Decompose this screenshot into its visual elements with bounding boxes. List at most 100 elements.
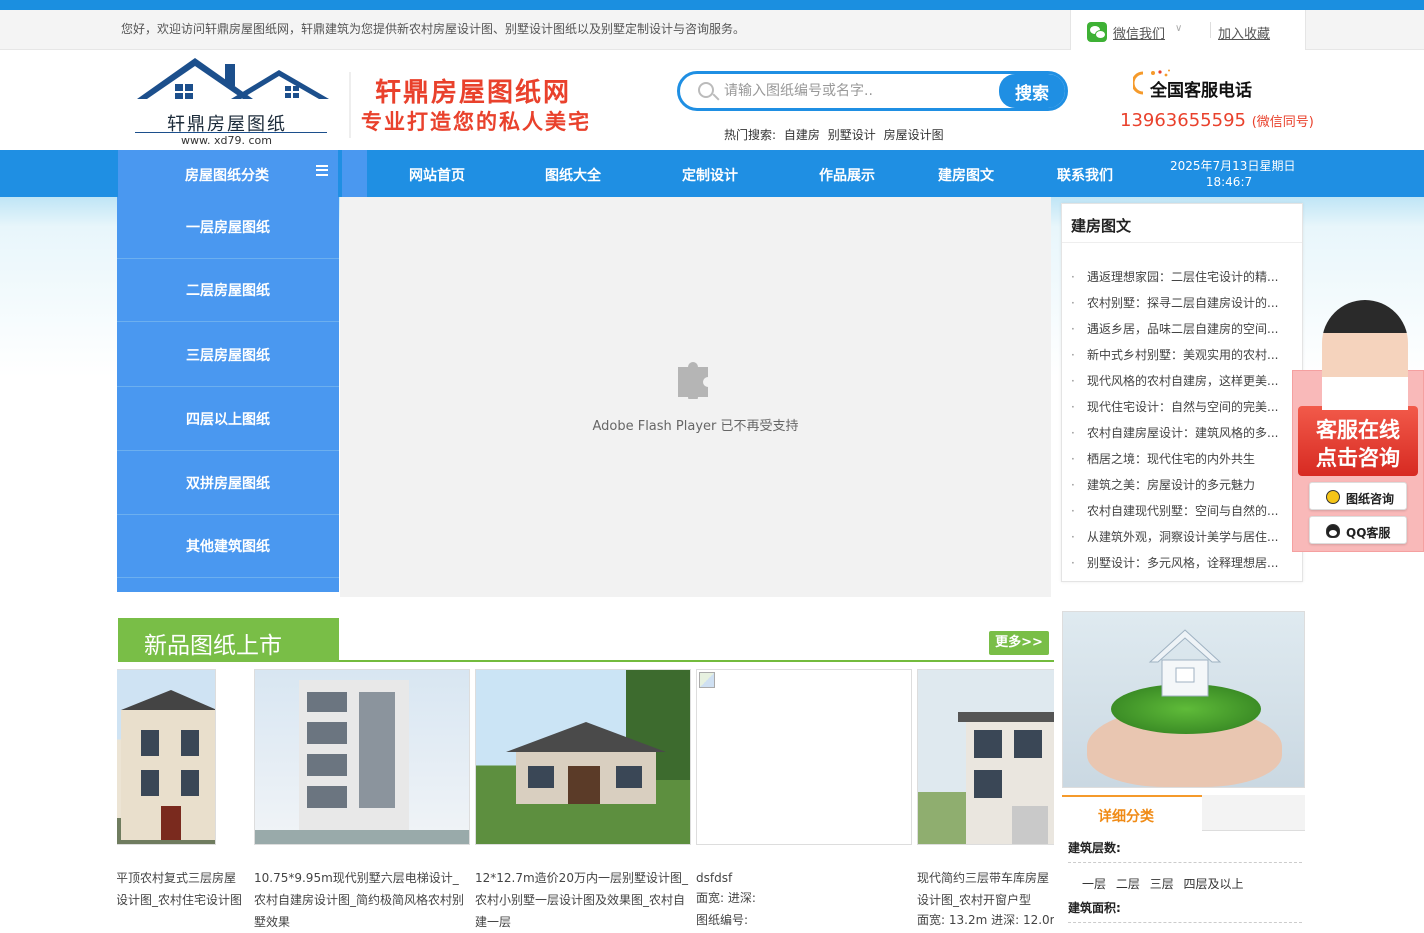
product-card[interactable]: 10.75*9.95m现代别墅六层电梯设计_农村自建房设计图_简约极简风格农村别… [254,669,470,933]
slogan-title: 轩鼎房屋图纸网 [375,78,572,108]
online-consult-banner[interactable]: 客服在线 点击咨询 [1298,406,1418,476]
product-card[interactable]: 平顶农村复式三层房屋设计图_农村住宅设计图_三层欧式 [117,669,242,933]
floor-option[interactable]: 一层 [1082,877,1106,891]
hotline-label: 全国客服电话 [1150,81,1252,101]
product-card[interactable]: 12*12.7m造价20万内一层别墅设计图_农村小别墅一层设计图及效果图_农村自… [475,669,691,933]
nav-articles[interactable]: 建房图文 [938,165,994,185]
search-button[interactable]: 搜索 [999,74,1065,108]
sidebar-item-one-floor[interactable]: 一层房屋图纸 [117,197,339,259]
category-header-label: 房屋图纸分类 [185,168,269,184]
welcome-text: 您好，欢迎访问轩鼎房屋图纸网，轩鼎建筑为您提供新农村房屋设计图、别墅设计图纸以及… [121,22,746,36]
top-stripe [0,0,1424,10]
top-links: 微信我们 ∨ 加入收藏 [1070,10,1306,50]
nav-custom-design[interactable]: 定制设计 [682,165,738,185]
news-item[interactable]: 农村自建房屋设计：建筑风格的多... [1071,424,1291,444]
divider [1062,242,1302,243]
qq-penguin-icon [1326,524,1340,538]
sidebar-item-label: 四层以上图纸 [186,412,270,428]
product-image[interactable] [917,669,1054,845]
nav-date: 2025年7月13日星期日 [1170,159,1296,173]
nav-contact[interactable]: 联系我们 [1057,165,1113,185]
hot-link-bieshu[interactable]: 别墅设计 [828,128,876,142]
add-favorite-link[interactable]: 加入收藏 [1218,23,1270,42]
product-size: 面宽: 进深: [696,891,756,905]
news-item[interactable]: 新中式乡村别墅：美观实用的农村... [1071,346,1291,366]
category-sidebar: 一层房屋图纸 二层房屋图纸 三层房屋图纸 四层以上图纸 双拼房屋图纸 其他建筑图… [117,197,339,592]
category-header[interactable]: 房屋图纸分类 [118,150,338,197]
sidebar-item-two-floor[interactable]: 二层房屋图纸 [117,260,339,322]
divider [135,132,327,133]
news-item[interactable]: 建筑之美：房屋设计的多元魅力 [1071,476,1291,496]
more-button[interactable]: 更多>> [989,631,1049,655]
sidebar-item-other[interactable]: 其他建筑图纸 [117,516,339,578]
tab-label: 详细分类 [1098,809,1154,825]
product-title[interactable]: 现代简约三层带车库房屋设计图_农村开窗户型 [917,867,1053,911]
news-panel: 建房图文 遇返理想家园：二层住宅设计的精... 农村别墅：探寻二层自建房设计的.… [1061,203,1303,582]
divider [1068,862,1302,863]
floor-option[interactable]: 四层及以上 [1184,877,1244,891]
news-item[interactable]: 遇返理想家园：二层住宅设计的精... [1071,268,1291,288]
slogan-subtitle: 专业打造您的私人美宅 [361,110,591,134]
flash-unsupported-message: Adobe Flash Player 已不再受支持 [592,419,799,434]
news-item[interactable]: 别墅设计：多元风格，诠释理想居... [1071,554,1291,574]
drawing-consult-button[interactable]: 图纸咨询 [1309,482,1407,510]
smile-icon [1326,490,1340,504]
product-title[interactable]: 平顶农村复式三层房屋设计图_农村住宅设计图_三层欧式 [117,867,242,911]
wechat-icon [1087,22,1107,42]
top-bar: 您好，欢迎访问轩鼎房屋图纸网，轩鼎建筑为您提供新农村房屋设计图、别墅设计图纸以及… [0,10,1424,50]
chevron-down-icon: ∨ [1175,23,1183,34]
broken-image-icon [699,672,715,688]
area-label: 建筑面积: [1068,901,1121,915]
product-image[interactable] [696,669,912,845]
flash-banner: Adobe Flash Player 已不再受支持 [340,197,1051,597]
news-item[interactable]: 现代风格的农村自建房，这样更美... [1071,372,1291,392]
product-card[interactable]: dsfdsf 面宽: 进深: 图纸编号: [696,669,912,933]
new-products-header: 新品图纸上市 更多>> [118,618,1054,662]
search-box: 搜索 [677,71,1068,111]
wechat-link[interactable]: 微信我们 [1113,23,1165,42]
house-roof-logo-icon [137,58,329,99]
nav-time: 18:46:7 [1205,175,1253,189]
house-in-hands-ad[interactable] [1062,611,1305,788]
qq-service-button[interactable]: QQ客服 [1309,516,1407,544]
news-item[interactable]: 从建筑外观，洞察设计美学与居住... [1071,528,1291,548]
nav-works[interactable]: 作品展示 [819,165,875,185]
product-title[interactable]: 10.75*9.95m现代别墅六层电梯设计_农村自建房设计图_简约极简风格农村别… [254,867,470,933]
product-card[interactable]: 现代简约三层带车库房屋设计图_农村开窗户型 面宽: 13.2m 进深: 12.0… [917,669,1054,933]
new-products-list: 平顶农村复式三层房屋设计图_农村住宅设计图_三层欧式 10.75*9.95m现代… [117,669,1054,933]
hotline-phone[interactable]: 13963655595 [1120,110,1246,131]
product-image[interactable] [254,669,470,845]
sidebar-item-three-floor[interactable]: 三层房屋图纸 [117,325,339,387]
tab-detail-classification[interactable]: 详细分类 [1062,795,1202,831]
puzzle-plugin-icon [678,362,708,399]
product-image[interactable] [117,669,216,845]
news-item[interactable]: 现代住宅设计：自然与空间的完美... [1071,398,1291,418]
floor-option[interactable]: 三层 [1150,877,1174,891]
building-illustration [255,680,469,844]
hot-link-fangwu[interactable]: 房屋设计图 [884,128,944,142]
sidebar-item-duplex[interactable]: 双拼房屋图纸 [117,453,339,515]
house-icon [1148,629,1222,697]
sidebar-item-four-plus[interactable]: 四层以上图纸 [117,389,339,451]
nav-accent [342,150,367,197]
nav-home[interactable]: 网站首页 [409,165,465,185]
site-logo[interactable]: 轩鼎房屋图纸 www. xd79. com [135,54,335,147]
product-image[interactable] [475,669,691,845]
floor-option[interactable]: 二层 [1116,877,1140,891]
sidebar-item-label: 二层房屋图纸 [186,283,270,299]
hot-link-zijianfang[interactable]: 自建房 [784,128,820,142]
news-title: 建房图文 [1071,217,1132,235]
sidebar-item-label: 其他建筑图纸 [186,539,270,555]
new-products-title: 新品图纸上市 [144,633,282,659]
news-item[interactable]: 农村别墅：探寻二层自建房设计的... [1071,294,1291,314]
news-item[interactable]: 栖居之境：现代住宅的内外共生 [1071,450,1291,470]
news-item[interactable]: 遇返乡居，品味二层自建房的空间... [1071,320,1291,340]
customer-service-widget: 客服在线 点击咨询 图纸咨询 QQ客服 [1292,300,1424,552]
hotline-note: (微信同号) [1251,115,1314,130]
divider [1210,22,1211,38]
nav-all-drawings[interactable]: 图纸大全 [545,165,601,185]
product-title[interactable]: 12*12.7m造价20万内一层别墅设计图_农村小别墅一层设计图及效果图_农村自… [475,867,691,933]
search-input[interactable] [724,78,994,104]
classification-tabbar: 详细分类 [1062,795,1305,831]
news-item[interactable]: 农村自建现代别墅：空间与自然的... [1071,502,1291,522]
